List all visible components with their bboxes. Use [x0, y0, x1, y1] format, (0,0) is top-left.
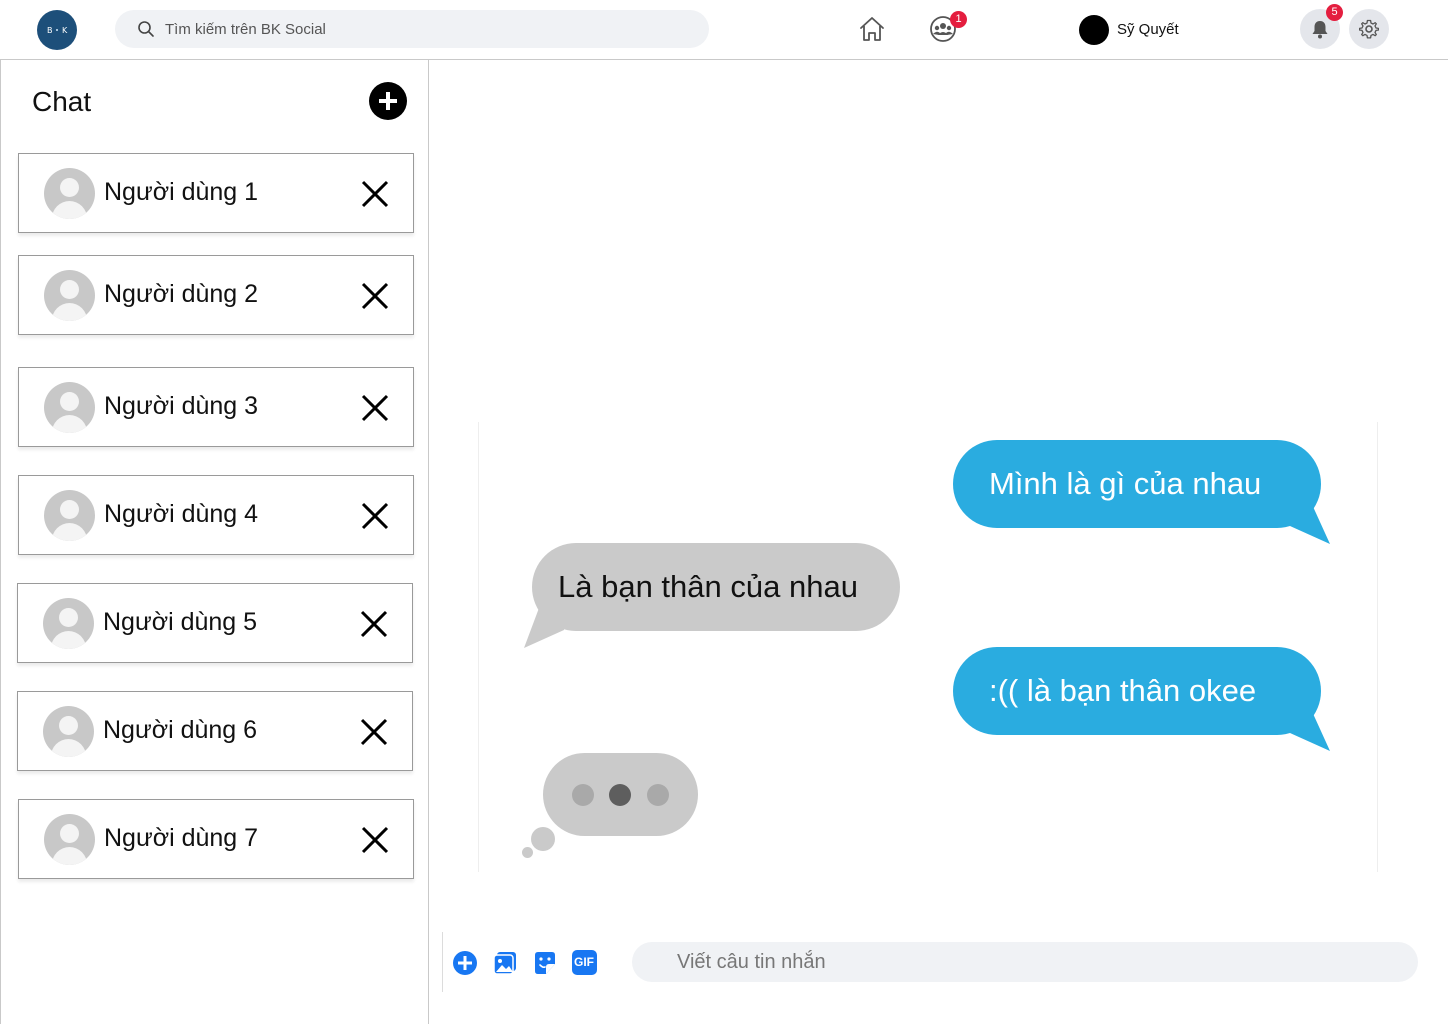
profile-name: Sỹ Quyết	[1117, 21, 1179, 38]
bk-social-logo[interactable]: B K	[37, 10, 77, 50]
chat-item-name: Người dùng 3	[104, 392, 259, 420]
close-icon[interactable]	[359, 717, 389, 747]
search-bar[interactable]: Tìm kiếm trên BK Social	[115, 10, 709, 48]
logo-letter-k: K	[62, 26, 68, 35]
plus-icon	[379, 92, 397, 110]
photo-icon[interactable]	[492, 950, 518, 976]
top-bar: B K Tìm kiếm trên BK Social 1 Sỹ Quyết 5	[0, 0, 1448, 60]
avatar	[1079, 15, 1109, 45]
chat-item-name: Người dùng 2	[104, 280, 259, 308]
message-input[interactable]: Viết câu tin nhắn	[632, 942, 1418, 982]
typing-dot	[647, 784, 669, 806]
close-icon[interactable]	[360, 179, 390, 209]
sent-message: Mình là gì của nhau	[953, 440, 1321, 528]
avatar	[44, 382, 95, 433]
chat-item[interactable]: Người dùng 7	[18, 799, 414, 879]
sidebar-title: Chat	[32, 86, 92, 117]
message-text: Là bạn thân của nhau	[558, 569, 858, 604]
logo-letter-b: B	[47, 26, 53, 35]
message-text: Mình là gì của nhau	[989, 466, 1262, 501]
close-icon[interactable]	[360, 825, 390, 855]
notifications-badge: 5	[1326, 4, 1343, 21]
logo-dot	[56, 29, 58, 31]
home-icon[interactable]	[857, 14, 887, 44]
typing-bubble-dot	[522, 847, 533, 858]
chat-item-name: Người dùng 5	[103, 608, 258, 636]
avatar	[44, 814, 95, 865]
gif-icon[interactable]: GIF	[572, 950, 597, 975]
avatar	[44, 490, 95, 541]
chat-item-name: Người dùng 1	[104, 178, 259, 206]
chat-item[interactable]: Người dùng 2	[18, 255, 414, 335]
message-input-placeholder: Viết câu tin nhắn	[677, 951, 826, 973]
chat-item-name: Người dùng 6	[103, 716, 258, 744]
chat-item-name: Người dùng 7	[104, 824, 259, 852]
chat-item[interactable]: Người dùng 3	[18, 367, 414, 447]
settings-button[interactable]	[1349, 9, 1389, 49]
new-chat-button[interactable]	[369, 82, 407, 120]
avatar	[44, 270, 95, 321]
typing-indicator	[543, 753, 698, 836]
chat-item[interactable]: Người dùng 1	[18, 153, 414, 233]
composer-divider	[442, 932, 443, 992]
sticker-icon[interactable]	[532, 950, 558, 976]
close-icon[interactable]	[359, 609, 389, 639]
bubble-tail	[1290, 707, 1330, 751]
search-icon	[138, 21, 154, 37]
chat-item[interactable]: Người dùng 5	[17, 583, 413, 663]
avatar	[43, 706, 94, 757]
typing-dot	[572, 784, 594, 806]
received-message: Là bạn thân của nhau	[532, 543, 900, 631]
sent-message: :(( là bạn thân okee	[953, 647, 1321, 735]
gif-label: GIF	[574, 955, 594, 969]
bubble-tail	[524, 600, 564, 648]
bell-icon	[1312, 21, 1328, 39]
close-icon[interactable]	[360, 501, 390, 531]
avatar	[43, 598, 94, 649]
typing-bubble-dot	[531, 827, 555, 851]
search-placeholder: Tìm kiếm trên BK Social	[165, 21, 326, 38]
chat-item[interactable]: Người dùng 4	[18, 475, 414, 555]
close-icon[interactable]	[360, 281, 390, 311]
avatar	[44, 168, 95, 219]
friends-badge: 1	[950, 11, 967, 28]
chat-sidebar: Chat Người dùng 1 Người dùng 2 Người dùn…	[0, 60, 429, 1024]
gear-icon	[1359, 19, 1379, 39]
close-icon[interactable]	[360, 393, 390, 423]
typing-dot	[609, 784, 631, 806]
chat-item[interactable]: Người dùng 6	[17, 691, 413, 771]
add-icon[interactable]	[452, 950, 478, 976]
message-text: :(( là bạn thân okee	[989, 673, 1257, 708]
bubble-tail	[1290, 500, 1330, 544]
chat-item-name: Người dùng 4	[104, 500, 259, 528]
